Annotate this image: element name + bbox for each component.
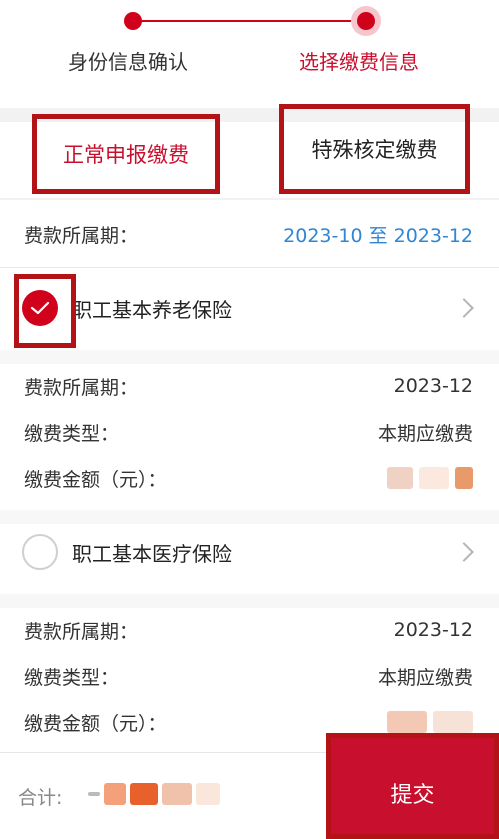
period-summary-row: 费款所属期： 2023-10 至 2023-12: [0, 202, 499, 266]
medical-checkbox[interactable]: [22, 534, 58, 570]
chevron-right-icon: [454, 542, 474, 562]
pension-amount-redacted: [387, 467, 473, 489]
pension-type-row: 缴费类型： 本期应缴费: [0, 410, 499, 454]
medical-period-value: 2023-12: [393, 619, 473, 641]
pension-amount-label: 缴费金额（元）：: [24, 468, 167, 491]
step-dot-payment: [351, 6, 381, 36]
medical-type-label: 缴费类型：: [24, 666, 120, 689]
medical-item-name: 职工基本医疗保险: [72, 541, 232, 566]
medical-amount-redacted: [387, 711, 473, 733]
insurance-item-medical[interactable]: 职工基本医疗保险: [0, 512, 499, 592]
medical-period-label: 费款所属期：: [24, 620, 139, 643]
tab-bar: 正常申报缴费 特殊核定缴费: [0, 104, 499, 198]
progress-steps: 身份信息确认 选择缴费信息: [0, 0, 499, 108]
chevron-right-icon: [454, 298, 474, 318]
step-label-identity: 身份信息确认: [68, 50, 188, 74]
period-summary-label: 费款所属期：: [24, 224, 139, 247]
pension-period-label: 费款所属期：: [24, 376, 139, 399]
total-label: 合计:: [18, 787, 63, 809]
pension-type-label: 缴费类型：: [24, 422, 120, 445]
medical-amount-label: 缴费金额（元）：: [24, 712, 167, 735]
pension-period-value: 2023-12: [393, 375, 473, 397]
tab-special-assessment[interactable]: 特殊核定缴费: [279, 104, 470, 194]
medical-type-value: 本期应缴费: [377, 666, 473, 689]
pension-type-value: 本期应缴费: [377, 422, 473, 445]
total-amount-redacted: [88, 783, 220, 805]
unchecked-circle-icon: [22, 534, 58, 570]
bottom-bar: 合计: 提交: [0, 733, 499, 839]
medical-period-row: 费款所属期： 2023-12: [0, 608, 499, 652]
checkbox-annotation-box: [14, 274, 76, 348]
step-dot-identity: [124, 12, 142, 30]
medical-type-row: 缴费类型： 本期应缴费: [0, 654, 499, 698]
pension-amount-row: 缴费金额（元）：: [0, 456, 499, 500]
tab-normal-declaration[interactable]: 正常申报缴费: [32, 114, 220, 194]
pension-item-name: 职工基本养老保险: [72, 297, 232, 322]
section-separator: [0, 198, 499, 200]
submit-button[interactable]: 提交: [326, 733, 499, 839]
period-summary-value[interactable]: 2023-10 至 2023-12: [283, 221, 473, 248]
pension-period-row: 费款所属期： 2023-12: [0, 364, 499, 408]
progress-line: [133, 20, 365, 22]
step-label-payment: 选择缴费信息: [299, 50, 419, 74]
